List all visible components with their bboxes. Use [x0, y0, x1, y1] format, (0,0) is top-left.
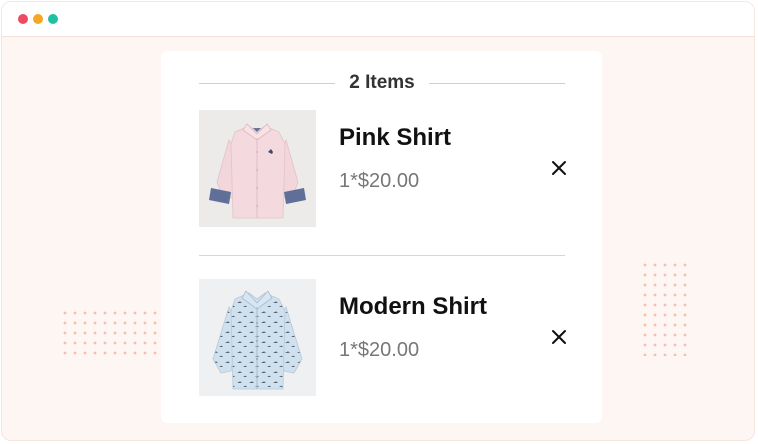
product-price: 1*$20.00	[339, 339, 420, 361]
window-titlebar	[2, 2, 754, 37]
product-name[interactable]: Pink Shirt	[339, 124, 451, 152]
product-image[interactable]	[199, 110, 316, 227]
cart-item: Pink Shirt 1*$20.00	[199, 110, 567, 228]
cart-items-header: 2 Items	[199, 71, 565, 95]
remove-item-button[interactable]	[549, 327, 569, 347]
header-rule-right	[429, 83, 565, 84]
close-icon	[552, 330, 566, 344]
close-window-dot[interactable]	[18, 14, 28, 24]
product-name[interactable]: Modern Shirt	[339, 293, 487, 321]
product-price: 1*$20.00	[339, 170, 420, 192]
decorative-dot-grid-left	[60, 308, 160, 358]
decorative-dot-grid-right	[640, 260, 690, 356]
minimize-window-dot[interactable]	[33, 14, 43, 24]
maximize-window-dot[interactable]	[48, 14, 58, 24]
pink-shirt-icon	[199, 110, 316, 227]
product-image[interactable]	[199, 279, 316, 396]
blue-patterned-shirt-icon	[199, 279, 316, 396]
remove-item-button[interactable]	[549, 158, 569, 178]
cart-card: 2 Items Pink Shirt 1*$20.00 Modern Shirt…	[161, 51, 602, 423]
close-icon	[552, 161, 566, 175]
cart-item: Modern Shirt 1*$20.00	[199, 279, 567, 397]
browser-window: 2 Items Pink Shirt 1*$20.00 Modern Shirt…	[1, 1, 755, 441]
item-divider	[199, 255, 565, 256]
